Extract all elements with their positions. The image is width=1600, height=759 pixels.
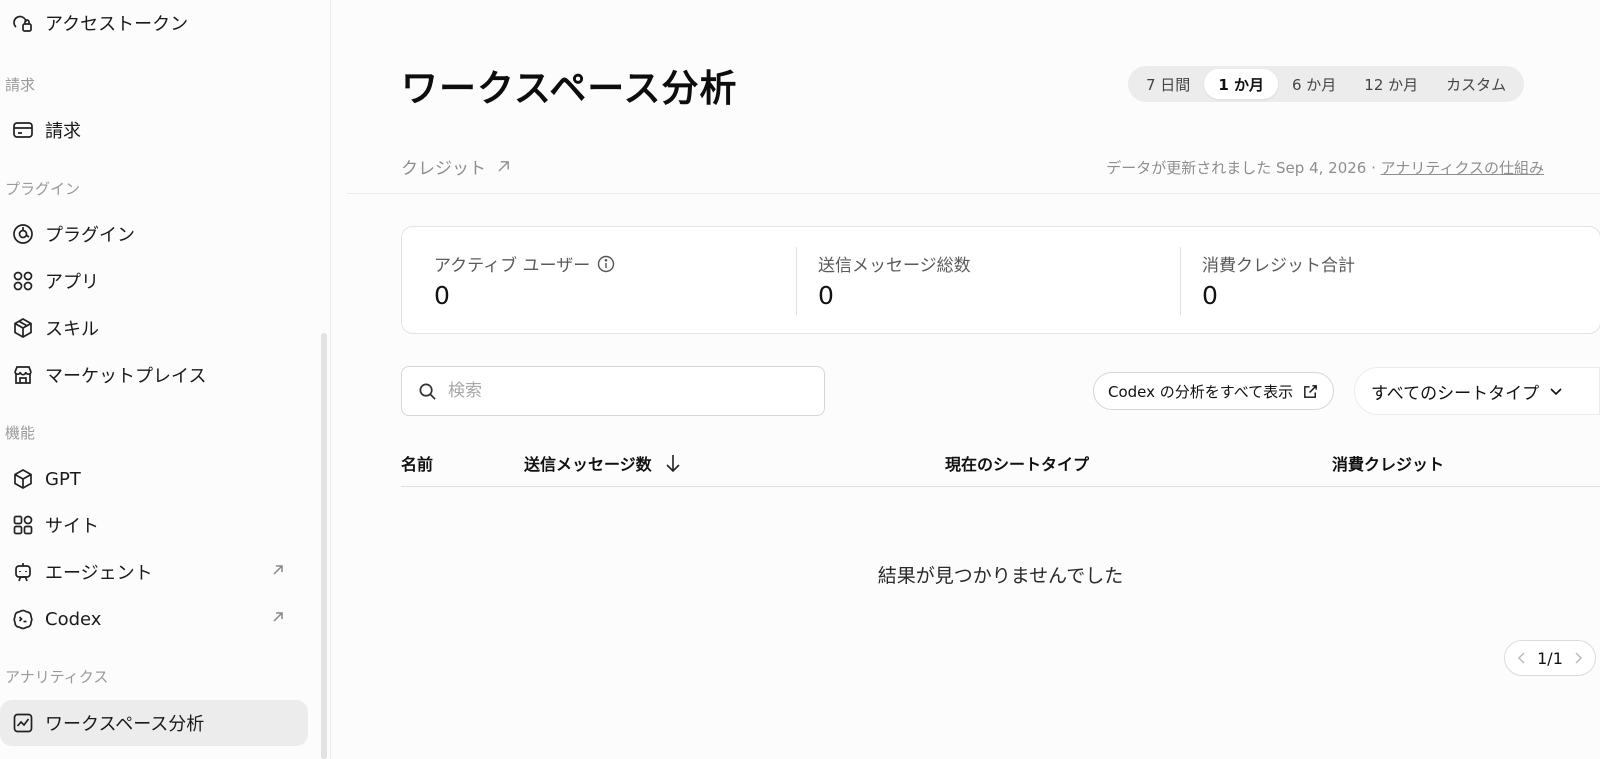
stats-card: アクティブ ユーザー 0 送信メッセージ総数 0 消費クレジット合計 0 <box>401 226 1600 334</box>
external-link-icon <box>270 609 286 625</box>
stat-value: 0 <box>818 281 834 310</box>
seat-type-filter[interactable]: すべてのシートタイプ <box>1354 367 1600 415</box>
sidebar-item-workspace-analytics[interactable]: ワークスペース分析 <box>0 700 308 746</box>
section-label-analytics: アナリティクス <box>5 668 109 686</box>
range-12-months-button[interactable]: 12 か月 <box>1350 69 1432 99</box>
sort-descending-icon <box>666 455 680 473</box>
access-token-icon <box>11 11 35 35</box>
sidebar-item-label: Codex <box>45 608 102 630</box>
section-label-billing: 請求 <box>5 76 36 94</box>
date-range-selector: 7 日間 1 か月 6 か月 12 か月 カスタム <box>1128 66 1525 102</box>
stat-label-text: アクティブ ユーザー <box>434 256 591 276</box>
chevron-down-icon <box>1550 388 1562 396</box>
prev-page-icon[interactable] <box>1516 651 1528 665</box>
range-custom-button[interactable]: カスタム <box>1432 69 1520 99</box>
sidebar-item-plugins[interactable]: プラグイン <box>0 211 308 257</box>
stat-value: 0 <box>1202 281 1218 310</box>
external-arrow-icon <box>498 161 509 172</box>
sidebar: アクセストークン 請求 請求 プラグイン プラグイン アプリ スキル マーケット… <box>0 0 331 759</box>
stat-label: 消費クレジット合計 <box>1202 256 1355 276</box>
range-6-months-button[interactable]: 6 か月 <box>1278 69 1350 99</box>
stat-divider <box>1180 247 1181 315</box>
pagination: 1/1 <box>1504 640 1596 676</box>
codex-button-label: Codex の分析をすべて表示 <box>1108 382 1294 401</box>
stat-label: アクティブ ユーザー <box>434 251 615 276</box>
column-header-label: 送信メッセージ数 <box>524 455 652 474</box>
section-label-plugins: プラグイン <box>5 180 81 198</box>
info-icon[interactable] <box>597 255 615 273</box>
apps-grid-icon <box>11 269 35 293</box>
marketplace-store-icon <box>11 363 35 387</box>
sidebar-item-label: ワークスペース分析 <box>45 714 205 735</box>
sidebar-item-marketplace[interactable]: マーケットプレイス <box>0 352 308 398</box>
sidebar-item-gpt[interactable]: GPT <box>0 456 308 502</box>
open-external-icon <box>1304 384 1318 398</box>
sidebar-item-billing[interactable]: 請求 <box>0 107 308 153</box>
stat-label: 送信メッセージ総数 <box>818 256 971 276</box>
sidebar-item-label: スキル <box>45 319 99 340</box>
next-page-icon[interactable] <box>1572 651 1584 665</box>
seat-type-filter-label: すべてのシートタイプ <box>1371 383 1540 404</box>
stat-value: 0 <box>434 281 450 310</box>
gpt-box-icon <box>11 467 35 491</box>
data-updated-text: データが更新されました Sep 4, 2026 · <box>1106 159 1381 177</box>
sidebar-item-label: アクセストークン <box>45 14 189 35</box>
sidebar-item-label: 請求 <box>45 121 81 142</box>
sidebar-item-label: マーケットプレイス <box>45 366 207 387</box>
codex-icon <box>11 607 35 631</box>
table-header-divider <box>401 486 1600 487</box>
analytics-chart-icon <box>11 711 35 735</box>
column-header-credits-used[interactable]: 消費クレジット <box>1332 451 1444 475</box>
sidebar-item-agent[interactable]: エージェント <box>0 549 308 595</box>
view-all-codex-analytics-button[interactable]: Codex の分析をすべて表示 <box>1093 372 1335 410</box>
search-icon <box>419 383 436 400</box>
sidebar-item-label: アプリ <box>45 272 99 293</box>
how-analytics-works-link[interactable]: アナリティクスの仕組み <box>1381 159 1544 177</box>
sidebar-item-sites[interactable]: サイト <box>0 502 308 548</box>
header-divider <box>347 193 1600 194</box>
range-7-days-button[interactable]: 7 日間 <box>1132 69 1204 99</box>
skill-cube-icon <box>11 316 35 340</box>
sidebar-item-label: プラグイン <box>45 225 135 246</box>
sidebar-item-label: GPT <box>45 468 81 490</box>
sidebar-item-apps[interactable]: アプリ <box>0 258 308 304</box>
column-header-label: 現在のシートタイプ <box>945 455 1090 474</box>
section-label-features: 機能 <box>5 424 36 442</box>
sidebar-item-label: エージェント <box>45 563 153 584</box>
page-title: ワークスペース分析 <box>401 67 738 110</box>
sidebar-scrollbar[interactable] <box>321 333 327 759</box>
main-content: ワークスペース分析 7 日間 1 か月 6 か月 12 か月 カスタム クレジッ… <box>331 0 1600 759</box>
data-updated-note: データが更新されました Sep 4, 2026 · アナリティクスの仕組み <box>1106 157 1544 178</box>
agent-robot-icon <box>11 560 35 584</box>
range-1-month-button[interactable]: 1 か月 <box>1204 69 1278 99</box>
sidebar-item-codex[interactable]: Codex <box>0 596 308 642</box>
column-header-label: 名前 <box>401 455 434 474</box>
sidebar-item-label: サイト <box>45 516 99 537</box>
column-header-messages-sent[interactable]: 送信メッセージ数 <box>524 451 682 475</box>
empty-state-message: 結果が見つかりませんでした <box>877 565 1124 587</box>
column-header-label: 消費クレジット <box>1332 455 1445 474</box>
plugin-icon <box>11 222 35 246</box>
search-box[interactable] <box>401 366 825 416</box>
search-input[interactable] <box>448 381 788 401</box>
stat-divider <box>796 247 797 315</box>
sidebar-item-access-token[interactable]: アクセストークン <box>0 0 308 46</box>
sidebar-item-skills[interactable]: スキル <box>0 305 308 351</box>
credits-link[interactable]: クレジット <box>401 154 511 179</box>
credits-link-label: クレジット <box>401 159 486 179</box>
column-header-seat-type[interactable]: 現在のシートタイプ <box>945 451 1089 475</box>
sites-icon <box>11 513 35 537</box>
column-header-name[interactable]: 名前 <box>401 451 433 475</box>
billing-card-icon <box>11 118 35 142</box>
page-indicator: 1/1 <box>1537 648 1563 668</box>
external-link-icon <box>270 562 286 578</box>
